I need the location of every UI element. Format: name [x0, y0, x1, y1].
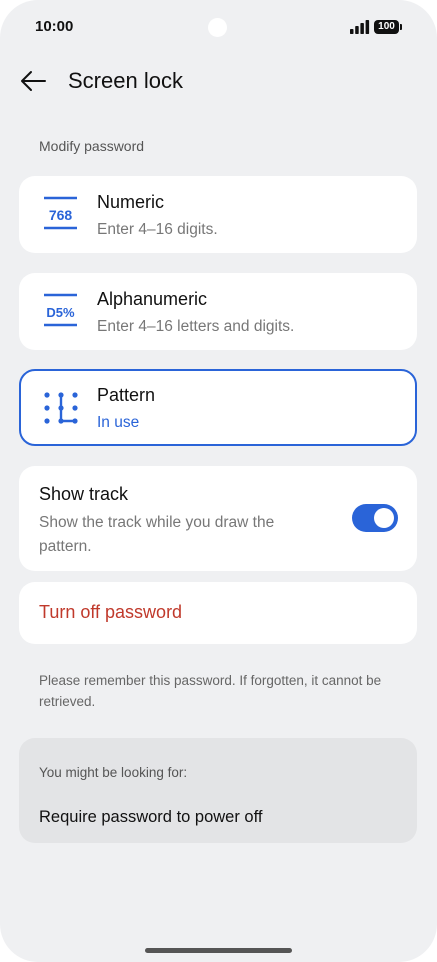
suggestions-header: You might be looking for: — [39, 765, 188, 780]
alphanumeric-icon-text: D5% — [46, 305, 75, 320]
password-note: Please remember this password. If forgot… — [39, 673, 382, 709]
pattern-title: Pattern — [97, 385, 156, 405]
alphanumeric-subtitle: Enter 4–16 letters and digits. — [97, 318, 295, 335]
battery-icon: 100 — [374, 20, 399, 34]
camera-cutout — [208, 18, 227, 37]
battery-tip — [400, 24, 402, 30]
show-track-toggle[interactable] — [352, 504, 398, 532]
toggle-knob — [374, 508, 394, 528]
home-indicator[interactable] — [145, 948, 292, 953]
suggestion-power-off-password[interactable]: Require password to power off — [39, 808, 262, 827]
pattern-status: In use — [97, 414, 140, 431]
numeric-subtitle: Enter 4–16 digits. — [97, 221, 218, 238]
alphanumeric-title: Alphanumeric — [97, 289, 208, 309]
numeric-title: Numeric — [97, 192, 165, 212]
pattern-option[interactable]: Pattern In use — [19, 369, 417, 446]
alphanumeric-icon: D5% — [44, 293, 77, 327]
phone-screen: 10:00 100 Screen lock Modify password 76… — [0, 0, 437, 962]
show-track-card: Show track Show the track while you draw… — [19, 466, 417, 571]
turn-off-password-button[interactable]: Turn off password — [19, 582, 417, 644]
signal-icon — [350, 20, 370, 34]
show-track-title: Show track — [39, 484, 129, 504]
show-track-description: Show the track while you draw the patter… — [39, 514, 275, 555]
status-time: 10:00 — [35, 18, 74, 35]
numeric-icon: 768 — [44, 196, 77, 230]
numeric-option[interactable]: 768 Numeric Enter 4–16 digits. — [19, 176, 417, 253]
section-header: Modify password — [39, 138, 145, 154]
back-arrow-icon — [21, 71, 46, 91]
numeric-icon-text: 768 — [49, 207, 73, 223]
pattern-icon — [44, 392, 78, 424]
suggestions-card: You might be looking for: Require passwo… — [19, 738, 417, 843]
page-title: Screen lock — [68, 68, 183, 93]
alphanumeric-option[interactable]: D5% Alphanumeric Enter 4–16 letters and … — [19, 273, 417, 350]
back-button[interactable] — [14, 64, 52, 98]
turn-off-password-label: Turn off password — [39, 602, 183, 622]
